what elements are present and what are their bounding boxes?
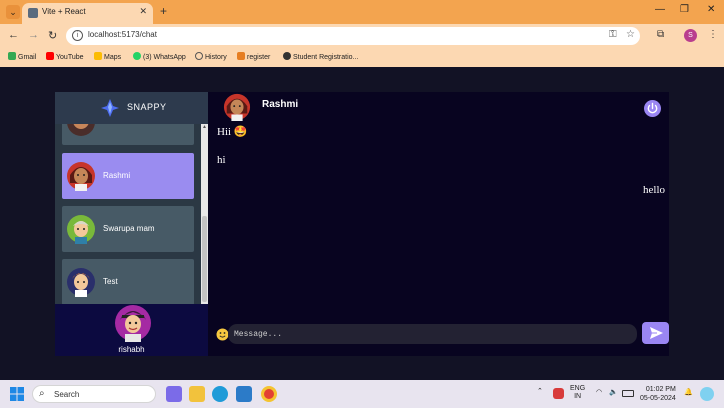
scroll-up-arrow-icon[interactable]: ▲: [202, 124, 207, 130]
chat-app-container: SNAPPY mara Rash: [55, 92, 669, 356]
bookmark-gmail[interactable]: Gmail: [8, 52, 36, 61]
tab-favicon-icon: [28, 8, 38, 18]
battery-icon[interactable]: [622, 390, 634, 397]
url-text[interactable]: localhost:5173/chat: [88, 30, 157, 39]
snappy-logo-icon: [101, 99, 119, 117]
password-key-icon[interactable]: ⚿: [609, 29, 617, 40]
taskbar-clock[interactable]: 01:02 PM 05-05-2024: [640, 385, 676, 403]
search-icon: ⌕: [39, 388, 45, 399]
chrome-icon[interactable]: [261, 386, 277, 402]
register-icon: [237, 52, 245, 60]
current-user-avatar: [115, 305, 151, 342]
browser-toolbar: ← → ↻ i localhost:5173/chat ⚿ ☆ ⧉ S ⋮: [0, 24, 724, 48]
volume-icon[interactable]: 🔈: [609, 389, 618, 397]
language-label: ENG: [570, 385, 586, 392]
history-icon: [195, 52, 203, 60]
tab-search-button[interactable]: ⌄: [6, 5, 20, 19]
bookmark-youtube[interactable]: YouTube: [46, 52, 84, 61]
power-icon: [647, 102, 658, 114]
avatar: [67, 124, 95, 136]
clock-date: 05-05-2024: [640, 395, 676, 402]
contact-list-scrollbar[interactable]: ▲: [201, 124, 208, 304]
teams-app-icon[interactable]: [166, 386, 182, 402]
clock-time: 01:02 PM: [645, 386, 676, 393]
widget-icon[interactable]: [700, 387, 714, 401]
avatar: [67, 162, 95, 191]
bookmark-star-icon[interactable]: ☆: [626, 29, 635, 40]
current-username: rishabh: [118, 345, 145, 354]
vscode-icon[interactable]: [236, 386, 252, 402]
whatsapp-icon: [133, 52, 141, 60]
browser-tab[interactable]: Vite + React ✕: [22, 3, 153, 24]
contact-name: Swarupa mam: [103, 224, 155, 233]
back-button[interactable]: ←: [8, 29, 19, 41]
contact-mara[interactable]: mara: [62, 124, 194, 145]
taskbar-search-label: Search: [54, 390, 80, 399]
contact-rashmi[interactable]: Rashmi: [62, 153, 194, 199]
message-received: Hii 🤩: [217, 126, 248, 138]
contact-name: mara: [103, 124, 121, 126]
extensions-icon[interactable]: ⧉: [657, 29, 664, 40]
avatar: [67, 215, 95, 244]
message-sent: hello: [643, 184, 665, 196]
contacts-sidebar: SNAPPY mara Rash: [55, 92, 208, 356]
scrollbar-thumb[interactable]: [202, 216, 207, 302]
browser-tab-strip: ⌄ Vite + React ✕ + — ❐ ✕: [0, 0, 724, 24]
bookmark-history[interactable]: History: [195, 52, 227, 61]
minimize-button[interactable]: —: [655, 4, 665, 15]
reload-button[interactable]: ↻: [48, 29, 57, 42]
contact-name: Test: [103, 277, 118, 286]
windows-taskbar: ⌕ Search ⌃ ENG IN ◠ 🔈 01:02 PM 05-05-202…: [0, 380, 724, 408]
page-viewport: SNAPPY mara Rash: [0, 67, 724, 380]
windows-start-icon[interactable]: [10, 387, 24, 401]
new-tab-button[interactable]: +: [160, 4, 167, 18]
brand-header: SNAPPY: [55, 92, 208, 124]
notification-bell-icon[interactable]: 🔔: [684, 389, 693, 397]
message-received: hi: [217, 154, 226, 166]
site-info-icon[interactable]: i: [72, 30, 83, 41]
profile-avatar[interactable]: S: [684, 29, 697, 42]
gmail-icon: [8, 52, 16, 60]
address-bar[interactable]: i localhost:5173/chat ⚿ ☆: [66, 27, 640, 45]
avatar: [67, 268, 95, 297]
tray-overflow-icon[interactable]: ⌃: [537, 388, 543, 396]
forward-button[interactable]: →: [28, 29, 39, 41]
contact-test[interactable]: Test: [62, 259, 194, 304]
bookmark-student-registration[interactable]: Student Registratio...: [283, 52, 358, 61]
chat-contact-avatar: [223, 93, 251, 121]
taskbar-search[interactable]: ⌕ Search: [32, 385, 156, 403]
language-indicator[interactable]: ENG IN: [570, 385, 585, 401]
edge-browser-icon[interactable]: [212, 386, 228, 402]
contact-swarupa-mam[interactable]: Swarupa mam: [62, 206, 194, 252]
message-input[interactable]: [228, 324, 637, 344]
globe-icon: [283, 52, 291, 60]
brand-name: SNAPPY: [127, 102, 167, 112]
region-label: IN: [574, 393, 582, 400]
tray-app-icon[interactable]: [553, 388, 564, 399]
send-button[interactable]: [642, 322, 669, 344]
menu-kebab-icon[interactable]: ⋮: [708, 29, 718, 40]
close-window-button[interactable]: ✕: [707, 4, 715, 15]
chat-container: Rashmi Hii 🤩 hi hello: [208, 92, 669, 356]
contact-list[interactable]: mara Rashmi: [55, 124, 208, 304]
tab-title: Vite + React: [42, 7, 86, 16]
maps-icon: [94, 52, 102, 60]
contact-name: Rashmi: [103, 171, 131, 180]
file-explorer-icon[interactable]: [189, 386, 205, 402]
wifi-icon[interactable]: ◠: [596, 389, 602, 397]
logout-button[interactable]: [644, 100, 661, 117]
bookmark-register[interactable]: register: [237, 52, 270, 61]
tab-close-icon[interactable]: ✕: [139, 6, 147, 17]
youtube-icon: [46, 52, 54, 60]
maximize-button[interactable]: ❐: [680, 4, 689, 15]
send-icon: [650, 327, 663, 339]
bookmark-whatsapp[interactable]: (3) WhatsApp: [133, 52, 186, 61]
chat-contact-name: Rashmi: [262, 99, 299, 110]
bookmarks-bar: Gmail YouTube Maps (3) WhatsApp History …: [0, 48, 724, 67]
bookmark-maps[interactable]: Maps: [94, 52, 121, 61]
current-user-panel: rishabh: [55, 304, 208, 356]
